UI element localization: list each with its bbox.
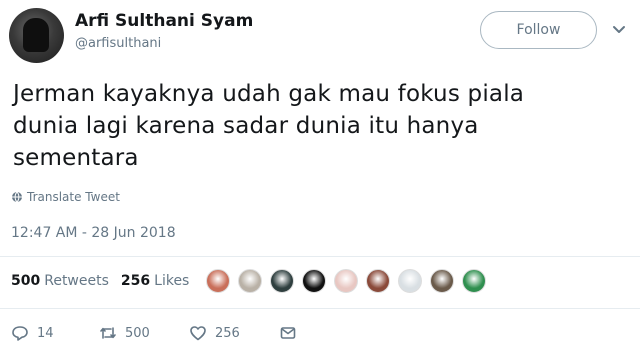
- user-handle[interactable]: @arfisulthani: [75, 36, 161, 51]
- reply-count: 14: [37, 325, 54, 341]
- follow-button[interactable]: Follow: [480, 11, 597, 49]
- message-button[interactable]: [279, 324, 297, 342]
- retweet-button[interactable]: 500: [99, 324, 189, 342]
- likes-label[interactable]: Likes: [154, 273, 189, 289]
- translate-tweet-link[interactable]: Translate Tweet: [11, 190, 120, 204]
- tweet-text-line: dunia lagi karena sadar dunia itu hanya: [13, 113, 479, 139]
- liker-avatar[interactable]: [398, 269, 422, 293]
- envelope-icon: [280, 327, 296, 339]
- globe-icon: [12, 191, 22, 203]
- like-button[interactable]: 256: [189, 324, 279, 342]
- retweet-icon: [100, 327, 116, 339]
- liker-avatar[interactable]: [430, 269, 454, 293]
- tweet-text: Jerman kayaknya udah gak mau fokus piala…: [13, 78, 613, 174]
- reply-icon: [12, 326, 28, 341]
- liker-avatar[interactable]: [270, 269, 294, 293]
- chevron-down-icon[interactable]: [612, 22, 626, 36]
- likes-count[interactable]: 256: [121, 273, 150, 289]
- user-display-name[interactable]: Arfi Sulthani Syam: [75, 11, 253, 31]
- like-count: 256: [215, 325, 240, 341]
- tweet-text-line: Jerman kayaknya udah gak mau fokus piala: [13, 81, 525, 107]
- liker-avatar[interactable]: [366, 269, 390, 293]
- heart-icon: [190, 326, 206, 341]
- liker-avatar[interactable]: [238, 269, 262, 293]
- retweets-count[interactable]: 500: [11, 273, 40, 289]
- liker-avatar[interactable]: [462, 269, 486, 293]
- liker-avatar[interactable]: [206, 269, 230, 293]
- tweet-timestamp[interactable]: 12:47 AM - 28 Jun 2018: [11, 225, 176, 241]
- liker-avatars: [206, 269, 486, 293]
- profile-avatar[interactable]: [9, 8, 64, 63]
- divider: [0, 308, 640, 309]
- retweets-label[interactable]: Retweets: [44, 273, 109, 289]
- divider: [0, 256, 640, 257]
- reply-button[interactable]: 14: [11, 324, 99, 342]
- liker-avatar[interactable]: [302, 269, 326, 293]
- translate-label[interactable]: Translate Tweet: [27, 190, 120, 204]
- liker-avatar[interactable]: [334, 269, 358, 293]
- retweet-count: 500: [125, 325, 150, 341]
- tweet-actions: 14 500 256: [11, 324, 297, 342]
- tweet-text-line: sementara: [13, 145, 139, 171]
- engagement-stats: 500 Retweets 256 Likes: [11, 273, 189, 289]
- avatar-figure: [23, 18, 49, 52]
